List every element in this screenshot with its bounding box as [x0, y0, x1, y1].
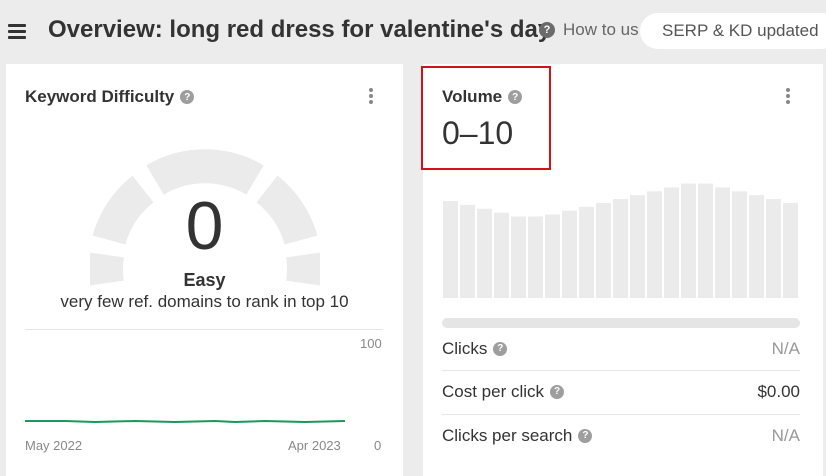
volume-bar	[460, 204, 475, 298]
volume-bar	[664, 187, 679, 298]
page-title: Overview: long red dress for valentine's…	[48, 16, 552, 43]
volume-more-options-icon[interactable]	[785, 86, 791, 106]
hamburger-menu-icon[interactable]	[8, 24, 26, 40]
volume-bar	[596, 202, 611, 298]
clicks-per-search-value: N/A	[771, 425, 800, 445]
trend-max-label: 100	[360, 336, 382, 351]
volume-bar	[698, 183, 713, 298]
cpc-help-icon[interactable]: ?	[550, 384, 565, 399]
volume-bar	[494, 212, 509, 298]
metric-row-clicks-per-search: Clicks per search ? N/A	[442, 414, 800, 457]
cpc-label: Cost per click ?	[442, 381, 565, 402]
top-header: Overview: long red dress for valentine's…	[0, 0, 826, 64]
clicks-per-search-label: Clicks per search ?	[442, 425, 593, 446]
trend-start-label: May 2022	[25, 438, 83, 453]
keyword-difficulty-card: Keyword Difficulty ? 0 Easy very few ref…	[6, 64, 403, 476]
volume-bar	[528, 216, 543, 298]
clicks-per-search-label-text: Clicks per search	[442, 425, 573, 445]
volume-bar	[715, 187, 730, 298]
clicks-label-text: Clicks	[442, 338, 488, 358]
serp-kd-updated-badge[interactable]: SERP & KD updated	[640, 13, 826, 49]
volume-help-icon[interactable]: ?	[508, 90, 523, 104]
volume-bar	[749, 195, 764, 298]
kd-trend-line	[25, 419, 346, 424]
volume-bar	[443, 201, 458, 298]
how-to-use-label: How to us	[563, 20, 639, 39]
cpc-label-text: Cost per click	[442, 381, 545, 401]
clicks-value: N/A	[771, 338, 800, 358]
kd-description: very few ref. domains to rank in top 10	[60, 292, 349, 311]
clicks-per-search-help-icon[interactable]: ?	[578, 428, 593, 443]
kd-score: 0	[185, 188, 224, 264]
clicks-label: Clicks ?	[442, 338, 508, 359]
gauge-segment-3	[146, 149, 264, 195]
trend-end-label: Apr 2023	[288, 438, 341, 453]
volume-bar	[783, 202, 798, 298]
volume-card: Volume ? 0–10 Clicks ? N/A Cost per clic…	[421, 64, 823, 476]
volume-bar	[545, 214, 560, 298]
clicks-help-icon[interactable]: ?	[493, 341, 508, 356]
volume-bar	[732, 191, 747, 298]
volume-bar	[613, 199, 628, 298]
volume-bar	[511, 216, 526, 298]
kd-help-icon[interactable]: ?	[180, 90, 195, 104]
volume-history-bars	[443, 183, 798, 298]
trend-min-label: 0	[374, 438, 382, 453]
how-to-use-link[interactable]: ? How to us	[539, 20, 639, 40]
question-icon: ?	[539, 22, 555, 38]
kd-more-options-icon[interactable]	[368, 86, 374, 106]
kd-card-title: Keyword Difficulty ?	[25, 87, 195, 107]
volume-title-text: Volume	[442, 87, 503, 106]
volume-bar	[579, 206, 594, 298]
volume-bar	[562, 210, 577, 298]
volume-bar	[647, 191, 662, 298]
volume-bar	[477, 208, 492, 298]
metric-row-cpc: Cost per click ? $0.00	[442, 370, 800, 413]
volume-bar	[766, 199, 781, 298]
kd-title-text: Keyword Difficulty	[25, 87, 175, 106]
volume-value: 0–10	[442, 115, 514, 151]
volume-bar	[681, 183, 696, 298]
kd-divider	[25, 329, 383, 330]
metric-row-clicks: Clicks ? N/A	[442, 327, 800, 370]
volume-bar	[630, 195, 645, 298]
cpc-value: $0.00	[757, 381, 800, 401]
kd-level: Easy	[183, 270, 226, 290]
kd-trend-chart	[25, 419, 346, 424]
volume-card-title: Volume ?	[442, 87, 523, 107]
